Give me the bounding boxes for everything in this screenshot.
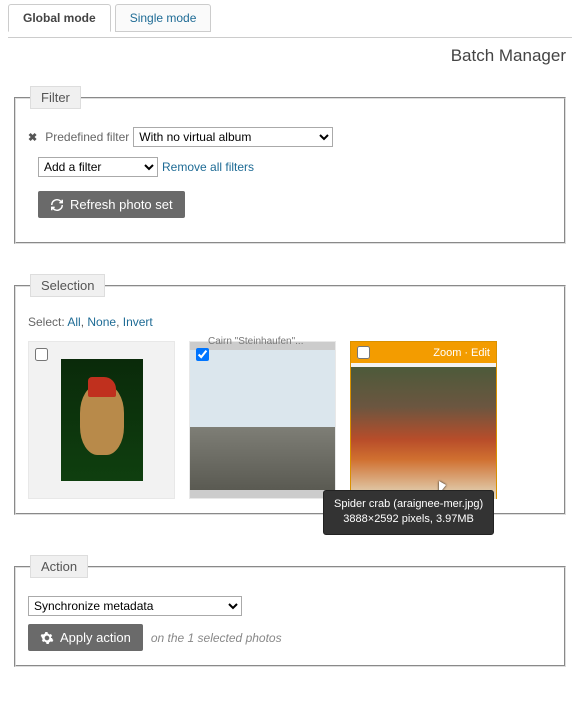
- action-legend: Action: [30, 555, 88, 578]
- thumbnail-checkbox[interactable]: [196, 348, 209, 361]
- select-label: Select:: [28, 315, 65, 329]
- selection-fieldset: Selection Select: All, None, Invert Cair…: [14, 274, 566, 515]
- thumbnail-checkbox[interactable]: [35, 348, 48, 361]
- thumbnail-checkbox[interactable]: [357, 346, 370, 359]
- thumbnail-zoom-link[interactable]: Zoom: [433, 347, 461, 359]
- action-select[interactable]: Synchronize metadata: [28, 596, 242, 616]
- apply-action-button[interactable]: Apply action: [28, 624, 143, 651]
- select-invert-link[interactable]: Invert: [123, 315, 153, 329]
- separator-dot: ·: [464, 347, 468, 359]
- filter-fieldset: Filter ✖ Predefined filter With no virtu…: [14, 86, 566, 244]
- remove-all-filters-link[interactable]: Remove all filters: [162, 160, 254, 174]
- tab-global-mode[interactable]: Global mode: [8, 4, 111, 32]
- gear-icon: [40, 631, 54, 645]
- thumbnail-item[interactable]: Zoom · Edit Spider crab (araignee-mer.jp…: [350, 341, 497, 499]
- thumbnail-caption: Cairn "Steinhaufen"...: [208, 336, 336, 347]
- thumbnail-edit-link[interactable]: Edit: [471, 347, 490, 359]
- action-fieldset: Action Synchronize metadata Apply action…: [14, 555, 566, 667]
- remove-filter-icon[interactable]: ✖: [28, 131, 37, 144]
- thumbnail-image: [351, 367, 496, 499]
- predefined-filter-select[interactable]: With no virtual album: [133, 127, 333, 147]
- thumbnail-image: [61, 359, 143, 481]
- thumbnail-tooltip: Spider crab (araignee-mer.jpg) 3888×2592…: [323, 490, 494, 535]
- refresh-photo-set-button[interactable]: Refresh photo set: [38, 191, 185, 218]
- refresh-button-label: Refresh photo set: [70, 197, 173, 212]
- thumbnail-item[interactable]: [28, 341, 175, 499]
- predefined-filter-label: Predefined filter: [45, 130, 129, 144]
- mode-tabs: Global mode Single mode: [8, 0, 572, 32]
- select-all-link[interactable]: All: [67, 315, 80, 329]
- refresh-icon: [50, 198, 64, 212]
- select-none-link[interactable]: None: [87, 315, 116, 329]
- filter-legend: Filter: [30, 86, 81, 109]
- tab-single-mode[interactable]: Single mode: [115, 4, 212, 32]
- thumbnail-item[interactable]: Cairn "Steinhaufen"...: [189, 341, 336, 499]
- apply-action-note: on the 1 selected photos: [151, 631, 282, 645]
- add-filter-select[interactable]: Add a filter: [38, 157, 158, 177]
- page-title: Batch Manager: [8, 38, 572, 86]
- apply-action-label: Apply action: [60, 630, 131, 645]
- thumbnail-image: [190, 350, 335, 490]
- selection-legend: Selection: [30, 274, 105, 297]
